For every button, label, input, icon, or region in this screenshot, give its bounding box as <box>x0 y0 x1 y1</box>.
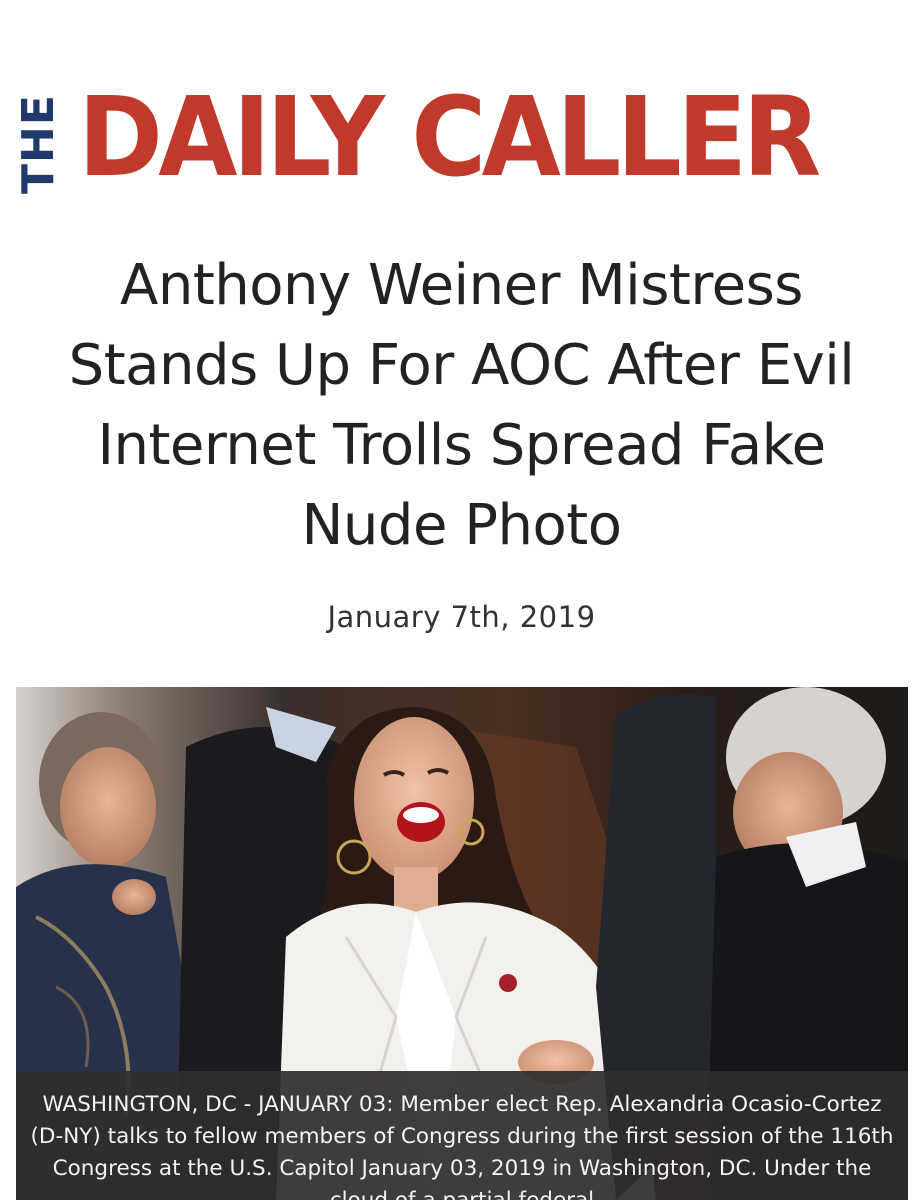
logo-wordmark: DAILY CALLER <box>78 73 821 201</box>
logo-prefix-text: THE <box>13 94 64 194</box>
logo-prefix: THE <box>13 94 64 194</box>
photo-caption: WASHINGTON, DC - JANUARY 03: Member elec… <box>16 1071 908 1200</box>
article-date: January 7th, 2019 <box>327 600 596 634</box>
masthead-logo[interactable]: THE DAILY CALLER <box>13 82 898 200</box>
article-headline: Anthony Weiner Mistress Stands Up For AO… <box>68 253 855 558</box>
